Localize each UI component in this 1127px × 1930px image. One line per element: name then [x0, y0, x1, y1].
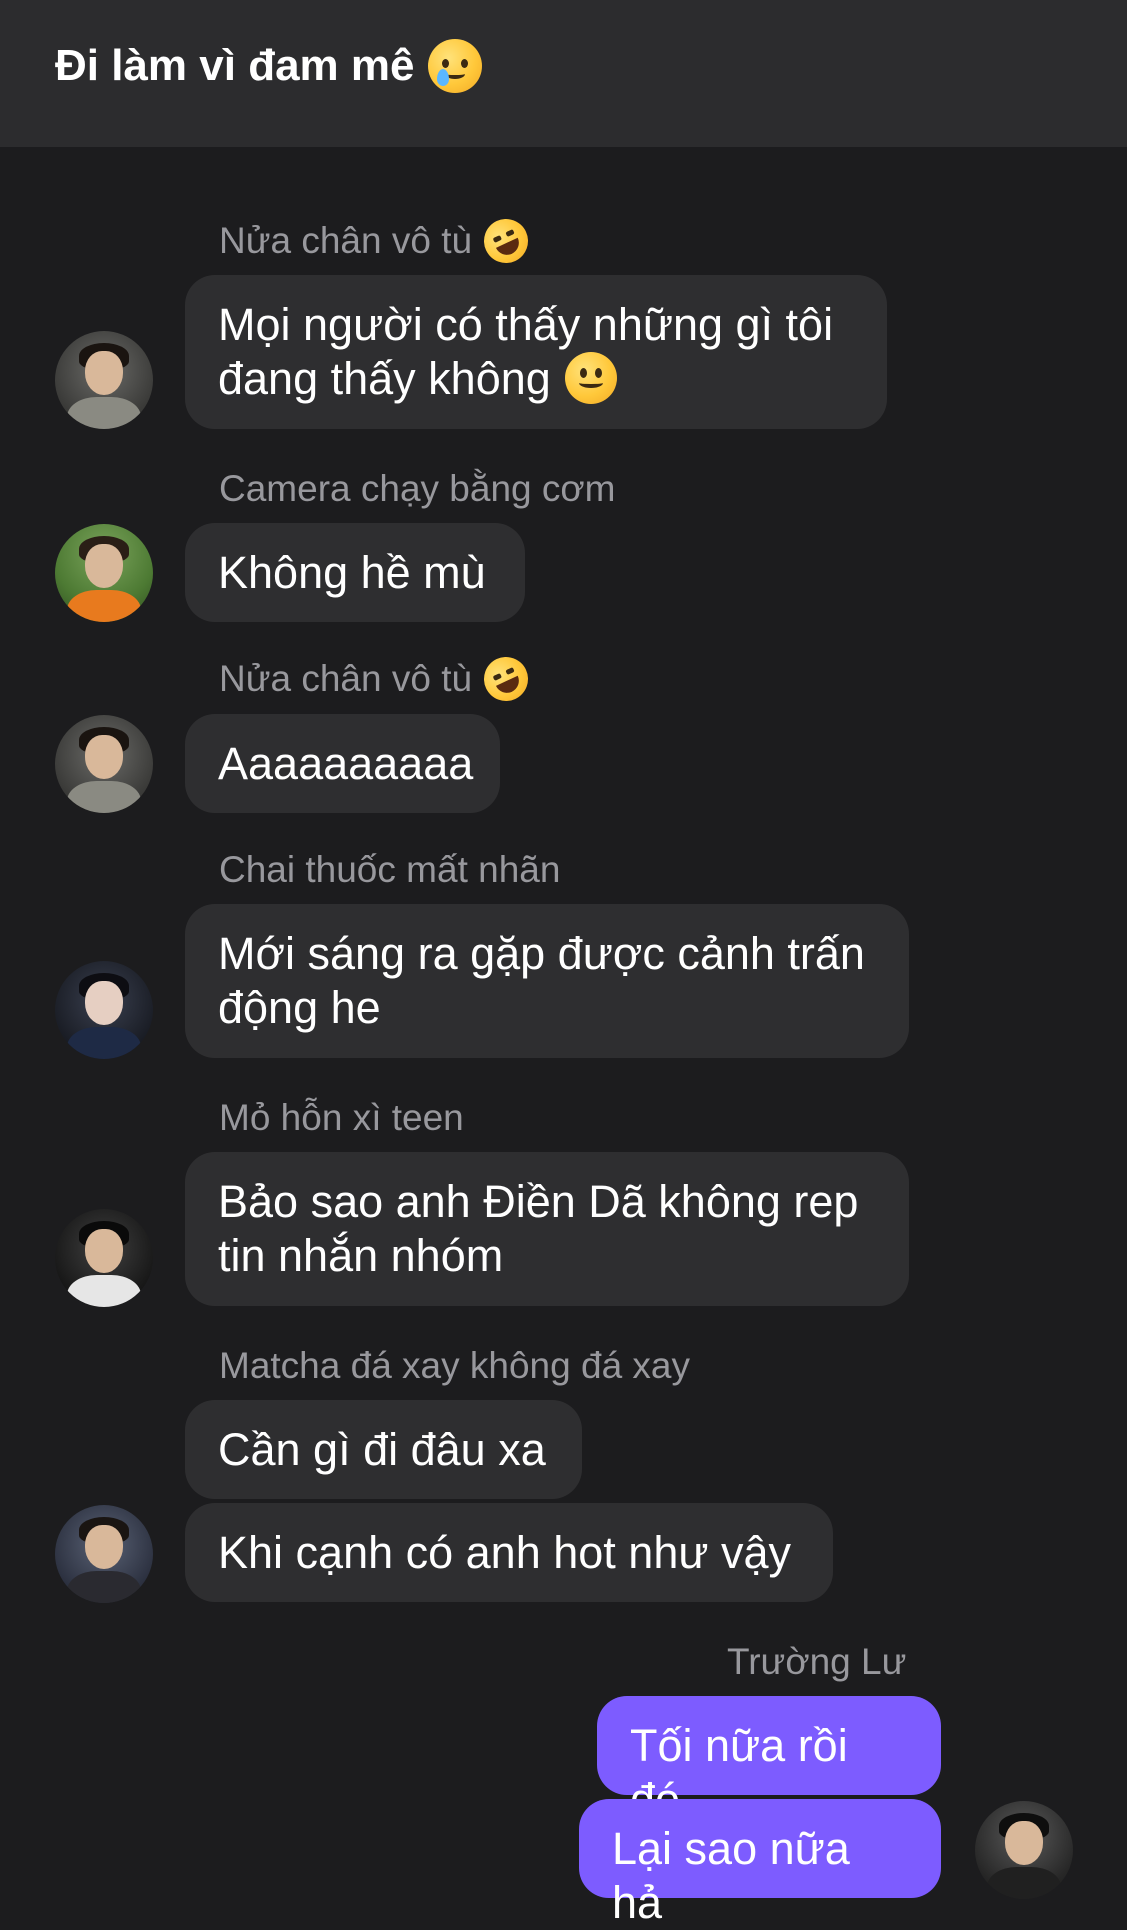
my-message-bubble[interactable]: Tối nữa rồi đó — [597, 1696, 941, 1825]
avatar[interactable] — [55, 331, 153, 429]
message-bubble[interactable]: Mọi người có thấy những gì tôi đang thấy… — [185, 275, 887, 429]
avatar[interactable] — [55, 1209, 153, 1307]
message-bubble[interactable]: Khi cạnh có anh hot như vậy — [185, 1503, 833, 1602]
slightly-smiling-face-icon — [564, 352, 617, 404]
sender-name: Camera chạy bằng cơm — [219, 468, 616, 509]
sender-name: Mỏ hỗn xì teen — [219, 1097, 464, 1138]
avatar[interactable] — [55, 715, 153, 813]
message-bubble[interactable]: Cần gì đi đâu xa — [185, 1400, 582, 1499]
my-avatar[interactable] — [975, 1801, 1073, 1899]
sender-name: Trường Lư — [727, 1641, 907, 1682]
group-title[interactable]: Đi làm vì đam mê — [55, 34, 483, 98]
my-message-bubble[interactable]: Lại sao nữa hả — [579, 1799, 941, 1928]
avatar[interactable] — [55, 1505, 153, 1603]
message-bubble[interactable]: Aaaaaaaaaa — [185, 714, 500, 813]
message-bubble[interactable]: Mới sáng ra gặp được cảnh trấn động he — [185, 904, 909, 1058]
sender-name: Chai thuốc mất nhãn — [219, 849, 561, 890]
sender-name: Nửa chân vô tù — [219, 649, 536, 709]
chat-header: Đi làm vì đam mê — [0, 0, 1127, 147]
sender-name: Matcha đá xay không đá xay — [219, 1345, 691, 1386]
avatar[interactable] — [55, 961, 153, 1059]
avatar[interactable] — [55, 524, 153, 622]
face-holding-back-tears-icon — [428, 39, 483, 93]
sender-name: Nửa chân vô tù — [219, 211, 536, 271]
rolling-on-floor-laughing-icon — [476, 211, 536, 271]
group-title-text: Đi làm vì đam mê — [55, 41, 415, 90]
message-bubble[interactable]: Bảo sao anh Điền Dã không rep tin nhắn n… — [185, 1152, 909, 1306]
rolling-on-floor-laughing-icon — [476, 649, 536, 709]
message-bubble[interactable]: Không hề mù — [185, 523, 525, 622]
